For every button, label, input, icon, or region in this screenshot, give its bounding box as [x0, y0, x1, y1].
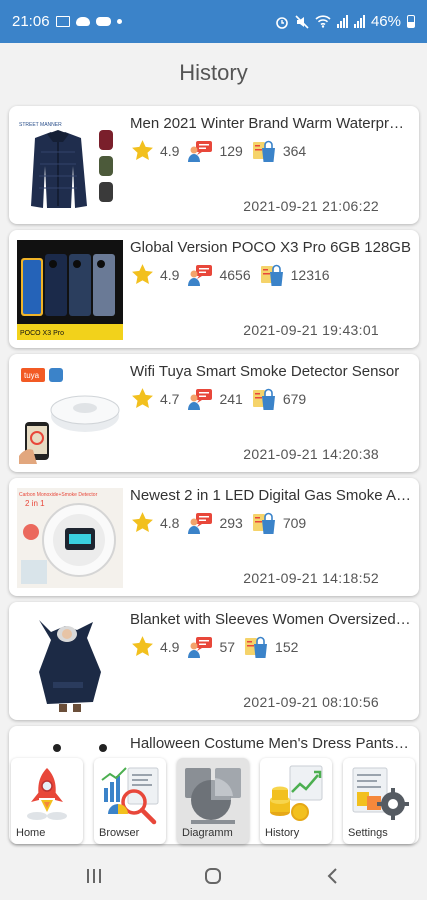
svg-text:POCO X3 Pro: POCO X3 Pro	[20, 330, 64, 337]
product-orders: 152	[275, 638, 299, 655]
nav-home[interactable]: Home	[11, 758, 83, 844]
star-icon	[132, 264, 153, 284]
gamepad-icon	[95, 17, 111, 26]
history-date: 2021-09-21 19:43:01	[243, 322, 379, 338]
orders-icon	[260, 264, 283, 286]
product-rating: 4.8	[160, 514, 180, 531]
battery-icon	[407, 15, 415, 28]
battery-percent: 46%	[370, 13, 401, 30]
signal-icon	[336, 15, 348, 28]
product-orders: 709	[282, 514, 307, 531]
nav-browser[interactable]: Browser	[94, 758, 166, 844]
orders-icon	[252, 388, 275, 410]
nav-home-label: Home	[16, 827, 46, 839]
product-rating: 4.9	[160, 266, 180, 283]
product-stats: 4.9 57 152	[130, 634, 306, 659]
product-reviews: 293	[219, 514, 243, 531]
product-rating: 4.7	[160, 390, 180, 407]
svg-text:2 in 1: 2 in 1	[25, 499, 45, 508]
product-reviews: 4656	[219, 266, 251, 283]
product-reviews: 57	[219, 638, 236, 655]
product-title: Men 2021 Winter Brand Warm Waterproof Ja…	[130, 115, 412, 132]
product-stats: 4.9 4656 12316	[130, 262, 338, 287]
system-nav-bar	[0, 852, 427, 900]
nav-settings-label: Settings	[348, 827, 388, 839]
product-rating: 4.9	[160, 638, 180, 655]
mute-icon	[295, 14, 309, 29]
history-date: 2021-09-21 14:18:52	[243, 570, 379, 586]
signal-2-icon	[353, 15, 365, 28]
rocket-icon	[27, 768, 67, 820]
orders-icon	[252, 140, 275, 162]
product-reviews: 129	[219, 142, 243, 159]
svg-text:Carbon Monoxide+Smoke Detector: Carbon Monoxide+Smoke Detector	[19, 492, 98, 498]
page-title: History	[179, 60, 248, 85]
nav-diagramm-label: Diagramm	[182, 827, 233, 839]
star-icon	[132, 140, 153, 160]
star-icon	[132, 388, 153, 408]
star-icon	[132, 636, 153, 656]
product-stats: 4.8 293 709	[130, 510, 314, 535]
product-orders: 679	[282, 390, 307, 407]
phone-image: POCO X3 Pro	[17, 240, 123, 340]
product-title: Blanket with Sleeves Women Oversized Hoo…	[130, 611, 412, 628]
reviews-icon	[188, 140, 213, 162]
pie-chart-icon	[185, 768, 241, 824]
nav-history[interactable]: History	[260, 758, 332, 844]
history-item[interactable]: Carbon Monoxide+Smoke Detector 2 in 1 Ne…	[9, 478, 419, 596]
nav-settings[interactable]: Settings	[343, 758, 415, 844]
history-item[interactable]: STREET MANNER Men 2021 Winter Brand Warm…	[9, 106, 419, 224]
history-item[interactable]: Blanket with Sleeves Women Oversized Hoo…	[9, 602, 419, 720]
history-date: 2021-09-21 14:20:38	[243, 446, 379, 462]
smoke-detector-image: tuya	[17, 364, 123, 464]
svg-text:tuya: tuya	[24, 371, 40, 380]
gas-detector-image: Carbon Monoxide+Smoke Detector 2 in 1	[17, 488, 123, 588]
product-orders: 364	[282, 142, 307, 159]
product-title: Newest 2 in 1 LED Digital Gas Smoke Alar…	[130, 487, 412, 504]
product-orders: 12316	[290, 266, 330, 283]
cloud-icon	[75, 17, 90, 26]
back-icon[interactable]	[324, 866, 342, 886]
history-item[interactable]: tuya Wifi Tuya Smart Smoke Detector Sens…	[9, 354, 419, 472]
reviews-icon	[188, 388, 213, 410]
product-title: Wifi Tuya Smart Smoke Detector Sensor	[130, 363, 400, 380]
nav-browser-label: Browser	[99, 827, 140, 839]
product-stats: 4.9 129 364	[130, 138, 314, 163]
bottom-nav: Home Browser Diagramm History Settings	[0, 748, 427, 852]
history-date: 2021-09-21 08:10:56	[243, 694, 379, 710]
magnifier-chart-icon	[101, 767, 159, 825]
home-icon[interactable]	[203, 866, 223, 886]
wifi-icon	[315, 15, 331, 28]
blanket-hoodie-image	[17, 612, 123, 712]
recent-apps-icon[interactable]	[85, 866, 103, 886]
reviews-icon	[188, 512, 213, 534]
svg-text:STREET MANNER: STREET MANNER	[19, 122, 62, 128]
more-notifications-dot-icon	[116, 19, 122, 24]
star-icon	[132, 512, 153, 532]
reviews-icon	[188, 636, 213, 658]
image-notification-icon	[55, 16, 70, 27]
alarm-icon	[276, 16, 288, 29]
product-rating: 4.9	[160, 142, 180, 159]
gear-document-icon	[352, 767, 409, 820]
product-stats: 4.7 241 679	[130, 386, 314, 411]
status-bar: 21:06 46%	[0, 0, 427, 43]
coins-growth-icon	[270, 765, 323, 821]
reviews-icon	[188, 264, 213, 286]
jacket-image: STREET MANNER	[17, 116, 123, 216]
history-item[interactable]: POCO X3 Pro Global Version POCO X3 Pro 6…	[9, 230, 419, 348]
status-time: 21:06	[12, 13, 50, 30]
history-date: 2021-09-21 21:06:22	[243, 198, 379, 214]
orders-icon	[245, 636, 268, 658]
product-reviews: 241	[219, 390, 243, 407]
nav-history-label: History	[265, 827, 300, 839]
nav-diagramm[interactable]: Diagramm	[177, 758, 249, 844]
product-title: Global Version POCO X3 Pro 6GB 128GB	[130, 239, 411, 256]
orders-icon	[252, 512, 275, 534]
